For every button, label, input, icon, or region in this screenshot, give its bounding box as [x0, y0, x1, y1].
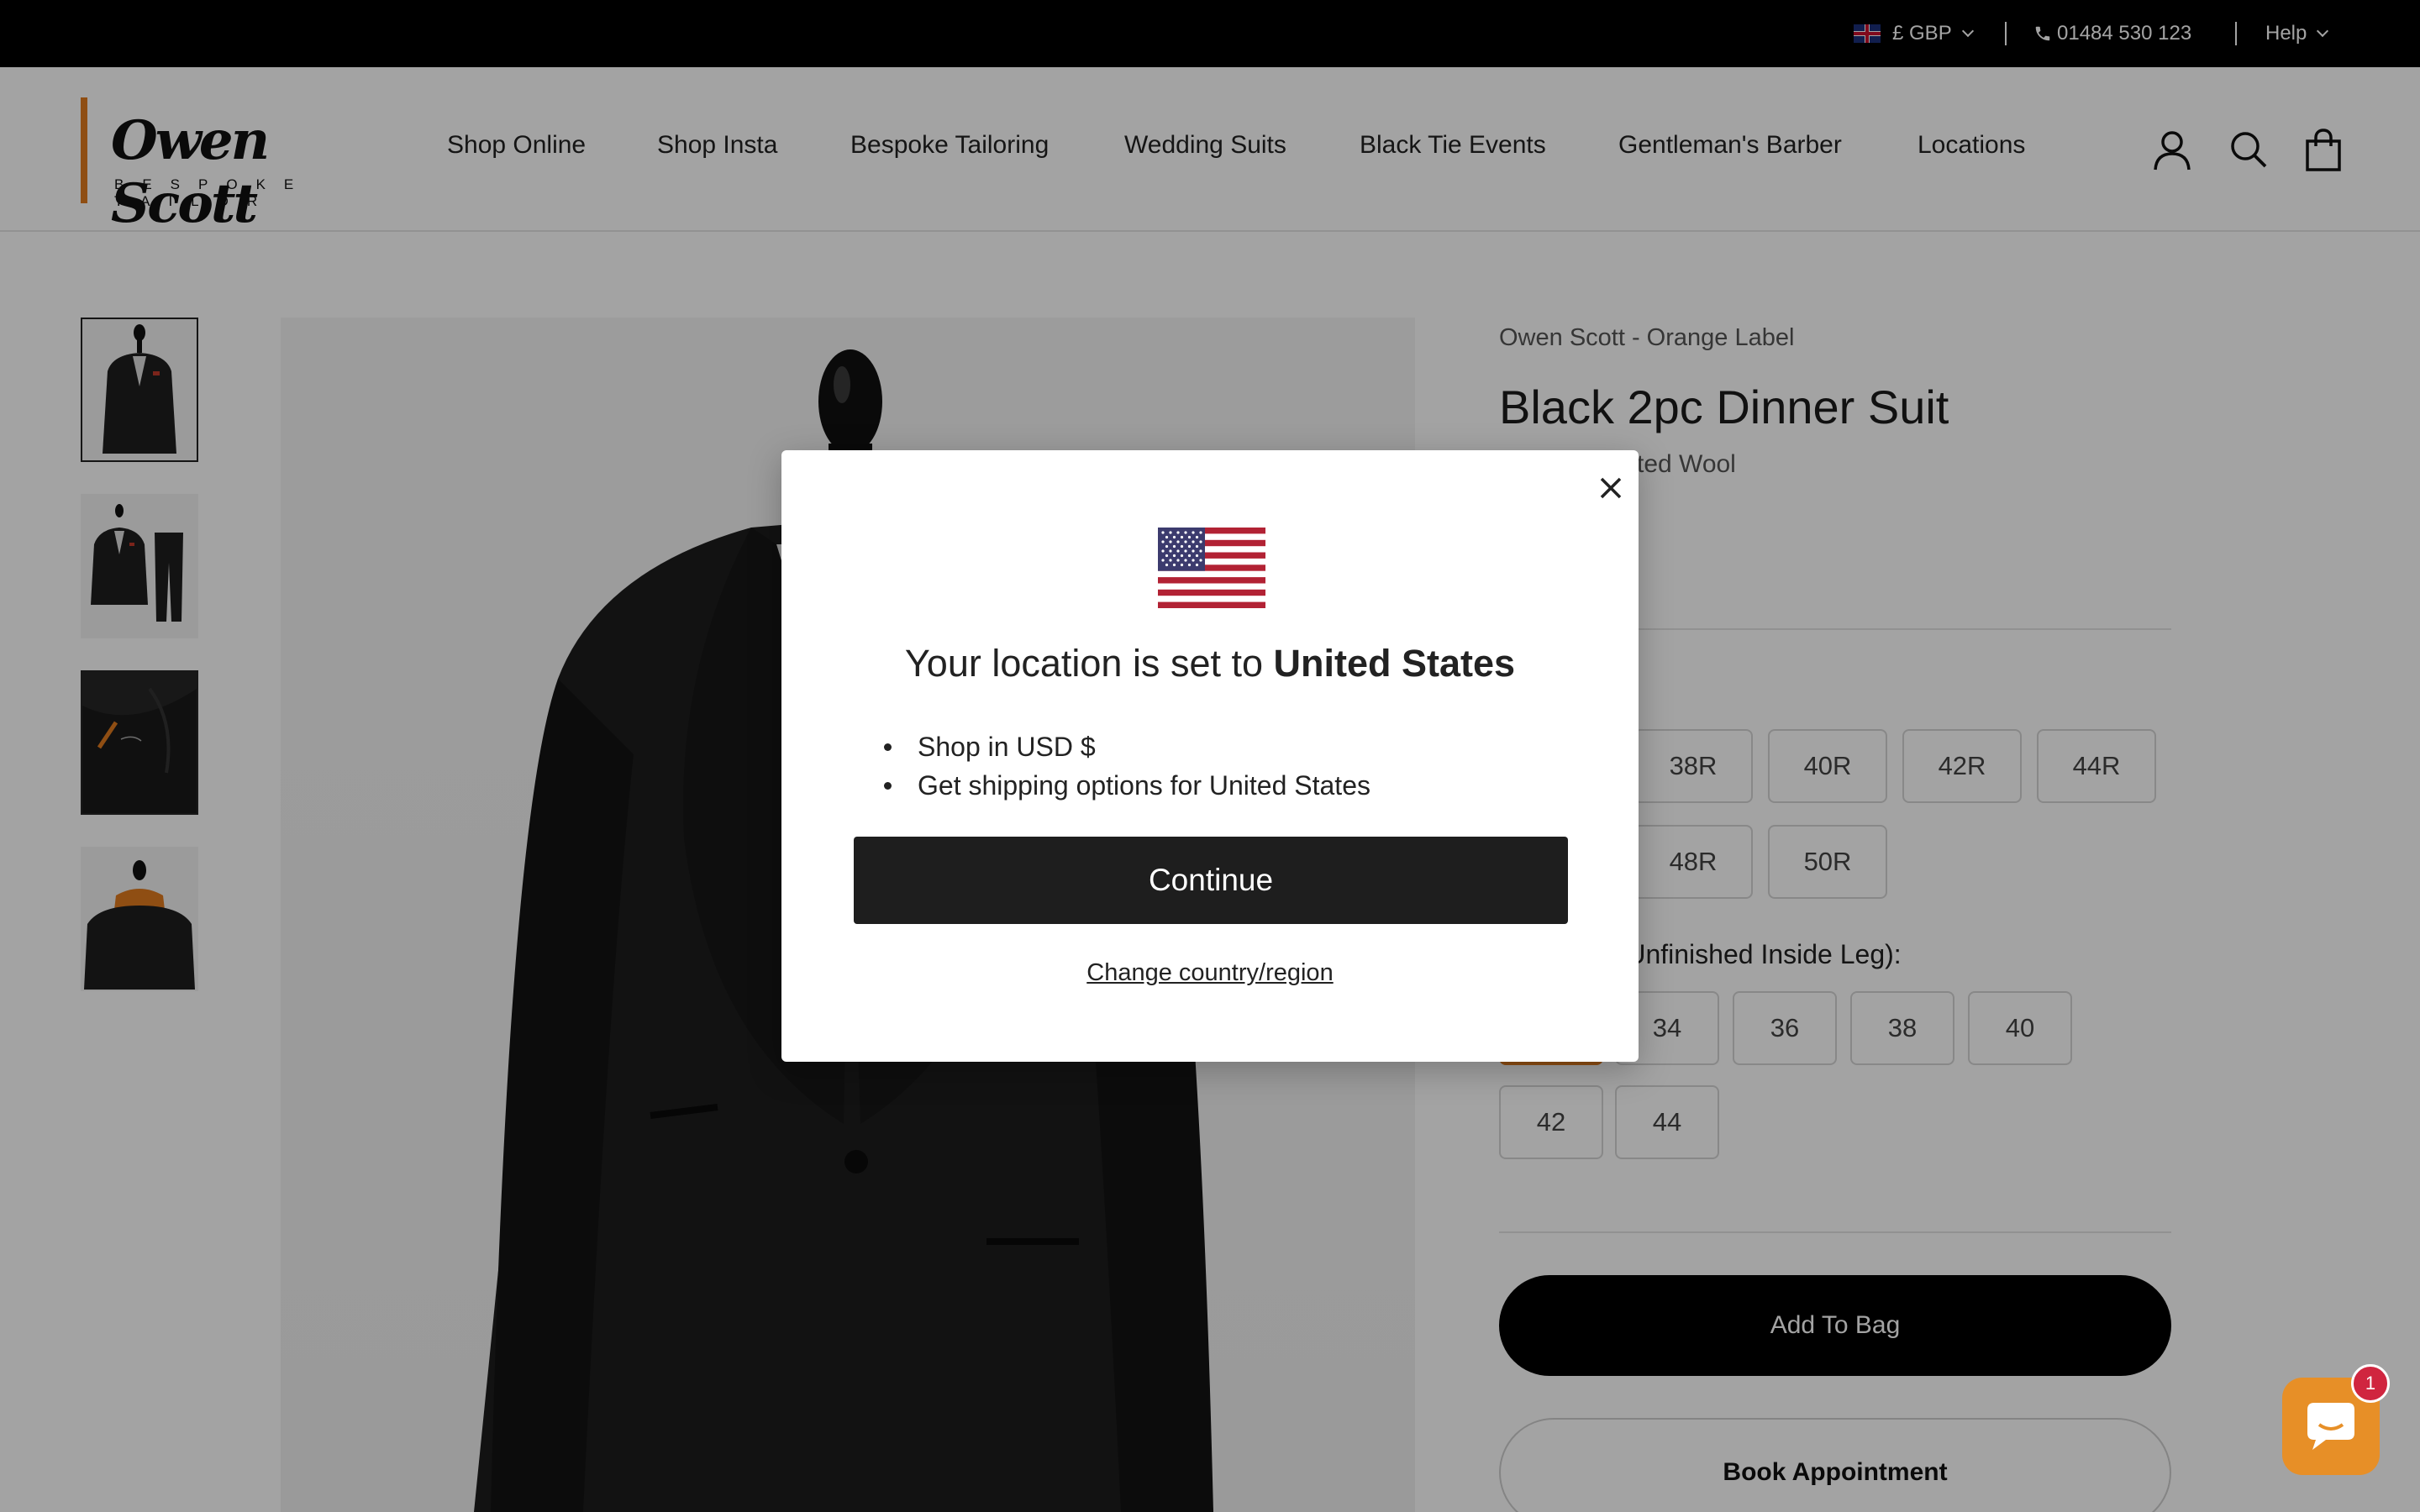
- modal-heading-prefix: Your location is set to: [904, 642, 1274, 685]
- change-country-link[interactable]: Change country/region: [781, 959, 1639, 987]
- close-icon[interactable]: [1590, 467, 1632, 509]
- chat-notification-badge: 1: [2351, 1364, 2390, 1403]
- modal-benefits-list: Shop in USD $ Get shipping options for U…: [884, 727, 1370, 805]
- list-item: Get shipping options for United States: [884, 766, 1370, 805]
- location-modal: Your location is set to United States Sh…: [781, 450, 1639, 1062]
- us-flag-icon: [1158, 528, 1265, 608]
- modal-heading: Your location is set to United States: [781, 642, 1639, 685]
- list-item: Shop in USD $: [884, 727, 1370, 766]
- continue-button[interactable]: Continue: [854, 837, 1568, 924]
- modal-heading-country: United States: [1273, 642, 1516, 685]
